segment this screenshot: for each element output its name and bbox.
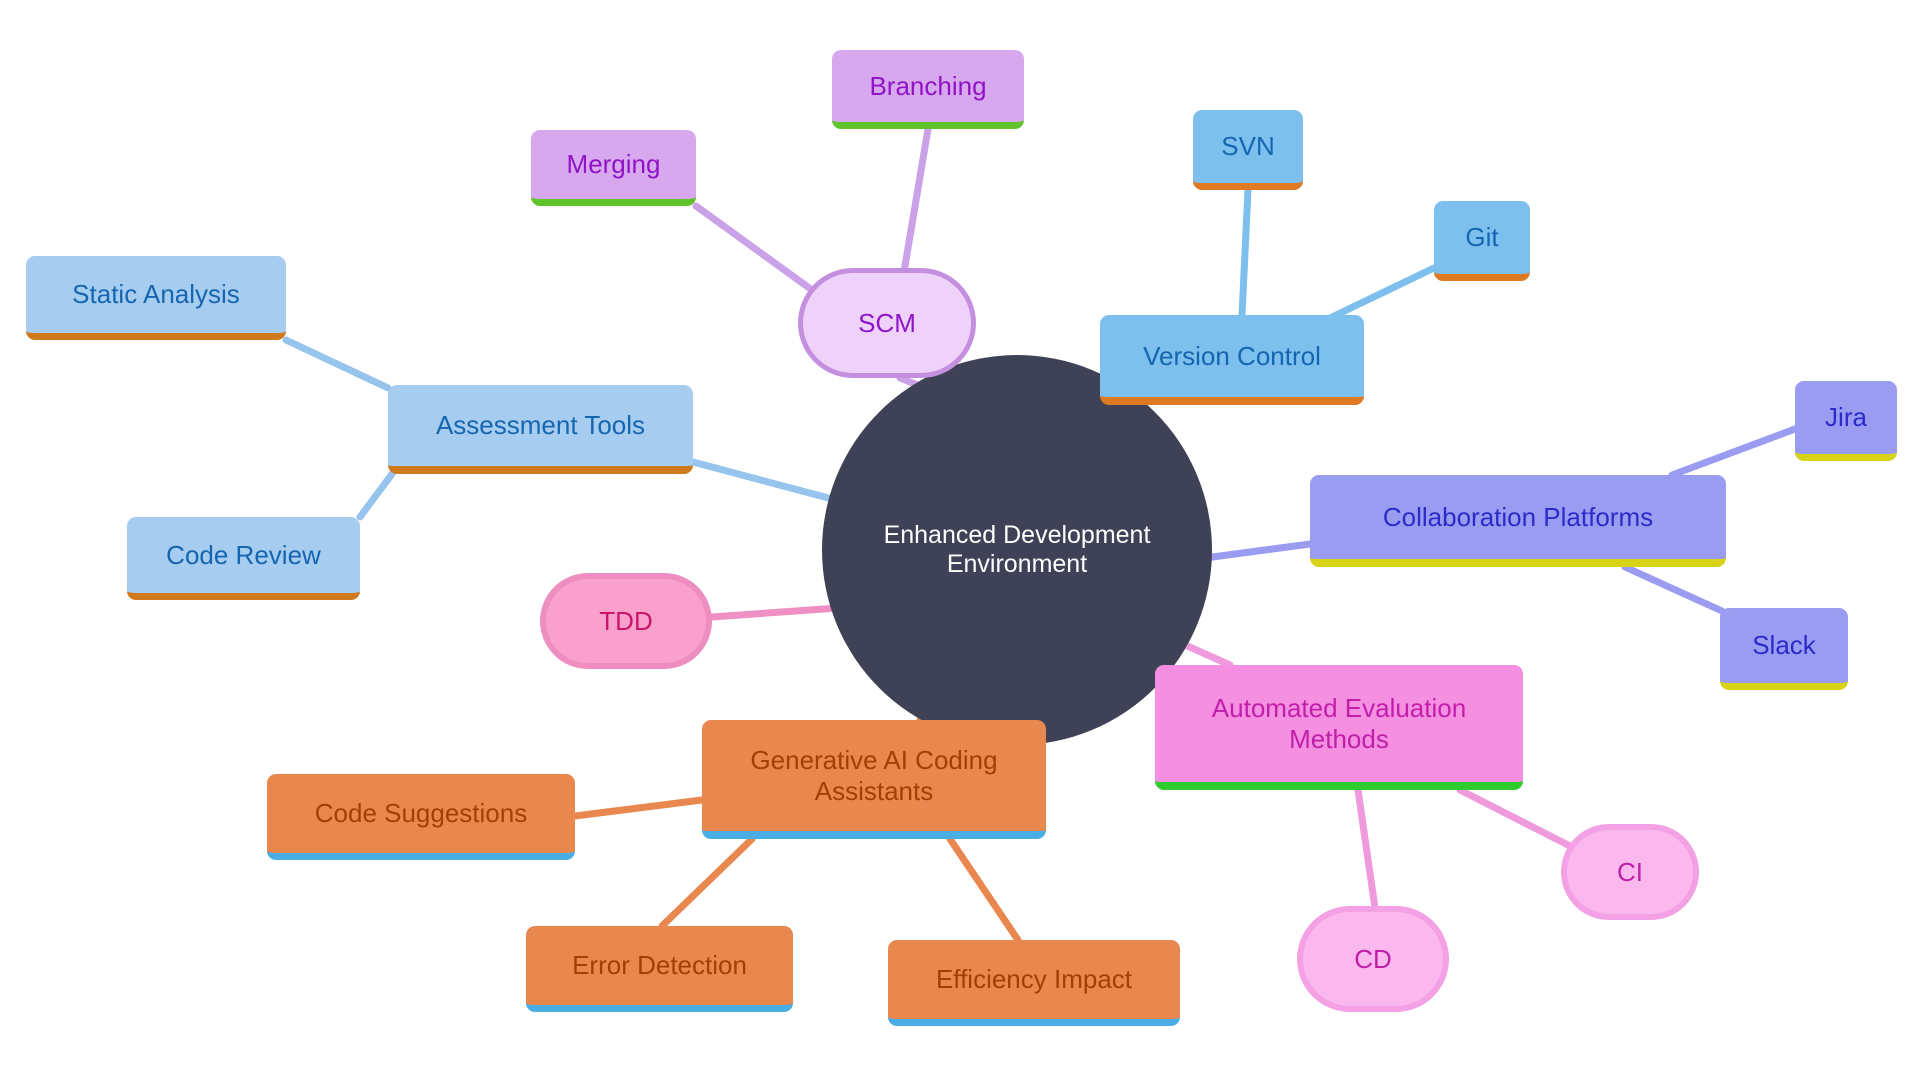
node-label-cd: CD bbox=[1354, 943, 1392, 974]
node-label-assessment-tools: Assessment Tools bbox=[435, 410, 646, 441]
node-git[interactable]: Git bbox=[1434, 201, 1530, 281]
node-label-efficiency-impact: Efficiency Impact bbox=[935, 964, 1133, 995]
node-label-version-control: Version Control bbox=[1143, 340, 1321, 371]
node-label-root: Enhanced Development Environment bbox=[883, 520, 1151, 579]
node-label-ci: CI bbox=[1617, 856, 1643, 887]
edge-generative-ai-coding-assistants-to-efficiency-impact bbox=[946, 835, 1022, 944]
node-label-slack: Slack bbox=[1752, 630, 1816, 661]
node-efficiency-impact[interactable]: Efficiency Impact bbox=[888, 940, 1180, 1026]
node-label-error-detection: Error Detection bbox=[572, 950, 747, 981]
node-error-detection[interactable]: Error Detection bbox=[526, 926, 793, 1012]
node-scm[interactable]: SCM bbox=[798, 268, 976, 378]
node-generative-ai-coding-assistants[interactable]: Generative AI Coding Assistants bbox=[702, 720, 1046, 839]
node-assessment-tools[interactable]: Assessment Tools bbox=[388, 385, 693, 474]
node-branching[interactable]: Branching bbox=[832, 50, 1024, 129]
node-label-automated-evaluation-methods: Automated Evaluation Methods bbox=[1211, 692, 1467, 754]
node-label-collaboration-platforms: Collaboration Platforms bbox=[1382, 501, 1654, 532]
edge-automated-evaluation-methods-to-cd bbox=[1354, 786, 1379, 912]
node-svn[interactable]: SVN bbox=[1193, 110, 1303, 190]
edge-assessment-tools-to-code-review bbox=[356, 470, 396, 521]
edge-collaboration-platforms-to-jira bbox=[1668, 425, 1799, 479]
node-label-scm: SCM bbox=[858, 307, 916, 338]
edge-root-to-tdd bbox=[708, 604, 842, 621]
node-label-jira: Jira bbox=[1825, 402, 1867, 433]
edge-assessment-tools-to-static-analysis bbox=[282, 336, 392, 392]
node-label-tdd: TDD bbox=[599, 605, 653, 636]
edge-version-control-to-git bbox=[1326, 264, 1438, 322]
node-tdd[interactable]: TDD bbox=[540, 573, 712, 669]
edge-generative-ai-coding-assistants-to-error-detection bbox=[658, 835, 756, 930]
node-label-generative-ai-coding-assistants: Generative AI Coding Assistants bbox=[750, 744, 998, 806]
node-code-review[interactable]: Code Review bbox=[127, 517, 360, 600]
node-cd[interactable]: CD bbox=[1297, 906, 1449, 1012]
mindmap-canvas: Enhanced Development Environment SCM Mergi… bbox=[0, 0, 1920, 1080]
node-collaboration-platforms[interactable]: Collaboration Platforms bbox=[1310, 475, 1726, 567]
node-label-static-analysis: Static Analysis bbox=[72, 279, 240, 310]
node-label-code-suggestions: Code Suggestions bbox=[314, 798, 528, 829]
node-merging[interactable]: Merging bbox=[531, 130, 696, 206]
edge-scm-to-branching bbox=[900, 125, 932, 276]
node-jira[interactable]: Jira bbox=[1795, 381, 1897, 461]
node-label-svn: SVN bbox=[1221, 131, 1275, 162]
node-label-git: Git bbox=[1465, 222, 1499, 253]
node-automated-evaluation-methods[interactable]: Automated Evaluation Methods bbox=[1155, 665, 1523, 790]
edge-scm-to-merging bbox=[692, 202, 816, 294]
edge-root-to-assessment-tools bbox=[689, 458, 840, 504]
node-root[interactable]: Enhanced Development Environment bbox=[822, 355, 1212, 745]
edge-generative-ai-coding-assistants-to-code-suggestions bbox=[571, 796, 706, 820]
node-label-code-review: Code Review bbox=[166, 539, 321, 570]
node-static-analysis[interactable]: Static Analysis bbox=[26, 256, 286, 340]
node-version-control[interactable]: Version Control bbox=[1100, 315, 1364, 405]
edge-collaboration-platforms-to-slack bbox=[1621, 563, 1726, 615]
node-ci[interactable]: CI bbox=[1561, 824, 1699, 920]
edge-version-control-to-svn bbox=[1238, 186, 1252, 319]
node-label-branching: Branching bbox=[869, 70, 987, 101]
node-label-merging: Merging bbox=[566, 149, 661, 180]
edge-root-to-collaboration-platforms bbox=[1201, 540, 1314, 562]
node-slack[interactable]: Slack bbox=[1720, 608, 1848, 690]
node-code-suggestions[interactable]: Code Suggestions bbox=[267, 774, 575, 860]
edge-automated-evaluation-methods-to-ci bbox=[1456, 786, 1574, 850]
